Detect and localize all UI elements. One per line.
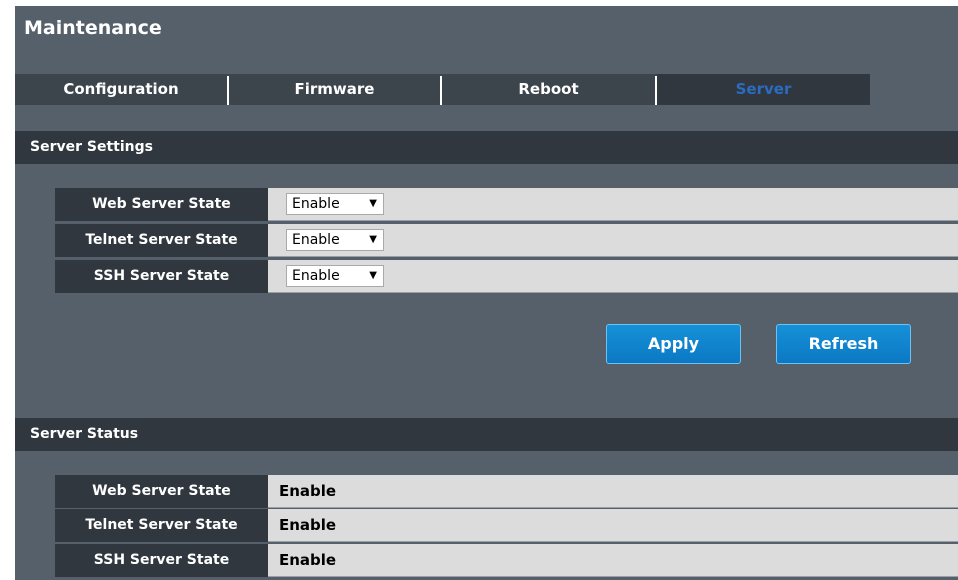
telnet-server-state-label: Telnet Server State <box>55 224 268 257</box>
page-title: Maintenance <box>24 17 162 39</box>
refresh-button[interactable]: Refresh <box>776 324 911 364</box>
telnet-server-state-select[interactable]: Enable ▼ <box>286 229 384 251</box>
server-status-title: Server Status <box>30 426 139 442</box>
ssh-server-state-select[interactable]: Enable ▼ <box>286 265 384 287</box>
dropdown-arrow-icon: ▼ <box>369 198 377 209</box>
tab-bar: Configuration Firmware Reboot Server <box>15 74 870 105</box>
settings-row-telnet: Telnet Server State Enable ▼ <box>55 224 958 257</box>
telnet-server-status-value: Enable <box>279 516 337 534</box>
tab-firmware[interactable]: Firmware <box>229 74 440 105</box>
tab-configuration[interactable]: Configuration <box>15 74 227 105</box>
web-server-status-label: Web Server State <box>55 475 268 508</box>
telnet-server-status-cell: Enable <box>268 509 958 542</box>
web-server-state-cell: Enable ▼ <box>268 188 958 221</box>
tab-reboot[interactable]: Reboot <box>442 74 655 105</box>
telnet-server-status-label: Telnet Server State <box>55 509 268 542</box>
ssh-server-status-label: SSH Server State <box>55 544 268 577</box>
ssh-server-state-select-value: Enable <box>292 268 340 284</box>
web-server-state-select[interactable]: Enable ▼ <box>286 193 384 215</box>
ssh-server-state-label: SSH Server State <box>55 260 268 293</box>
settings-row-web: Web Server State Enable ▼ <box>55 188 958 221</box>
telnet-server-state-cell: Enable ▼ <box>268 224 958 257</box>
dropdown-arrow-icon: ▼ <box>369 234 377 245</box>
server-settings-header: Server Settings <box>15 131 958 164</box>
ssh-server-status-cell: Enable <box>268 544 958 577</box>
ssh-server-state-cell: Enable ▼ <box>268 260 958 293</box>
status-row-web: Web Server State Enable <box>55 475 958 508</box>
server-settings-title: Server Settings <box>30 139 153 155</box>
telnet-server-state-select-value: Enable <box>292 232 340 248</box>
tab-server[interactable]: Server <box>657 74 870 105</box>
dropdown-arrow-icon: ▼ <box>369 270 377 281</box>
ssh-server-status-value: Enable <box>279 551 337 569</box>
status-row-ssh: SSH Server State Enable <box>55 544 958 577</box>
web-server-state-label: Web Server State <box>55 188 268 221</box>
web-server-state-select-value: Enable <box>292 196 340 212</box>
server-status-header: Server Status <box>15 418 958 451</box>
web-server-status-cell: Enable <box>268 475 958 508</box>
web-server-status-value: Enable <box>279 482 337 500</box>
settings-row-ssh: SSH Server State Enable ▼ <box>55 260 958 293</box>
apply-button[interactable]: Apply <box>606 324 741 364</box>
status-row-telnet: Telnet Server State Enable <box>55 509 958 542</box>
maintenance-panel: Maintenance Configuration Firmware Reboo… <box>15 6 958 580</box>
